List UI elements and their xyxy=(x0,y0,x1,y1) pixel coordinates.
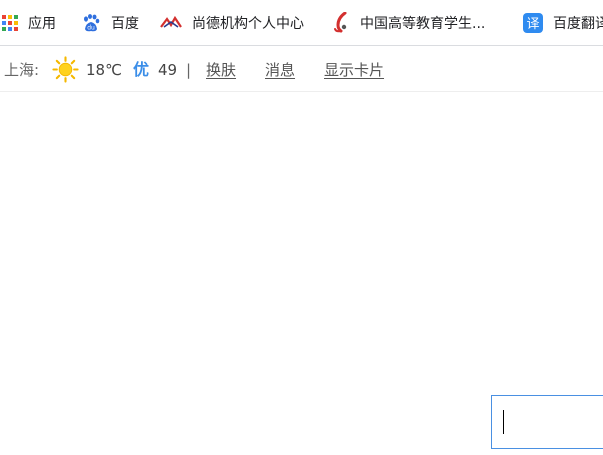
svg-text:译: 译 xyxy=(526,17,539,32)
chsi-logo-icon xyxy=(334,12,347,33)
weather-bar: 上海: 18℃ 优 49 | 换肤 消息 显示卡片 xyxy=(0,46,603,92)
aqi-value: 49 xyxy=(158,61,178,79)
text-caret xyxy=(503,410,504,434)
bookmark-fanyi-label: 百度翻译 xyxy=(553,16,603,32)
separator: | xyxy=(186,61,192,79)
sun-icon xyxy=(52,56,79,83)
text-input-box[interactable] xyxy=(491,395,603,449)
aqi-label: 优 xyxy=(133,60,150,79)
weather-city: 上海: xyxy=(4,61,40,79)
bookmark-shangde-label: 尚德机构个人中心 xyxy=(192,16,304,32)
bookmarks-bar: 应用 du 百度 尚德机构个人中心 中国高等教育学生... 译 百度翻译 xyxy=(0,0,603,46)
bookmark-chsi[interactable]: 中国高等教育学生... xyxy=(332,12,485,34)
bookmark-baidu-label: 百度 xyxy=(111,16,139,32)
bookmark-fanyi[interactable]: 译 百度翻译 xyxy=(523,12,603,34)
svg-text:du: du xyxy=(87,25,95,32)
weather-temperature: 18℃ xyxy=(86,61,122,79)
shangde-logo-icon xyxy=(160,15,182,28)
messages-link[interactable]: 消息 xyxy=(265,60,295,80)
change-skin-link[interactable]: 换肤 xyxy=(206,60,236,80)
bookmark-apps-label: 应用 xyxy=(28,16,56,32)
show-card-link[interactable]: 显示卡片 xyxy=(324,60,384,80)
translate-icon: 译 xyxy=(523,13,543,33)
bookmark-chsi-label: 中国高等教育学生... xyxy=(360,16,486,32)
bookmark-baidu[interactable]: du 百度 xyxy=(81,12,139,34)
bookmark-apps[interactable]: 应用 xyxy=(2,12,56,34)
apps-grid-icon xyxy=(2,15,18,31)
bookmark-shangde[interactable]: 尚德机构个人中心 xyxy=(160,12,304,34)
baidu-paw-icon: du xyxy=(84,14,100,32)
